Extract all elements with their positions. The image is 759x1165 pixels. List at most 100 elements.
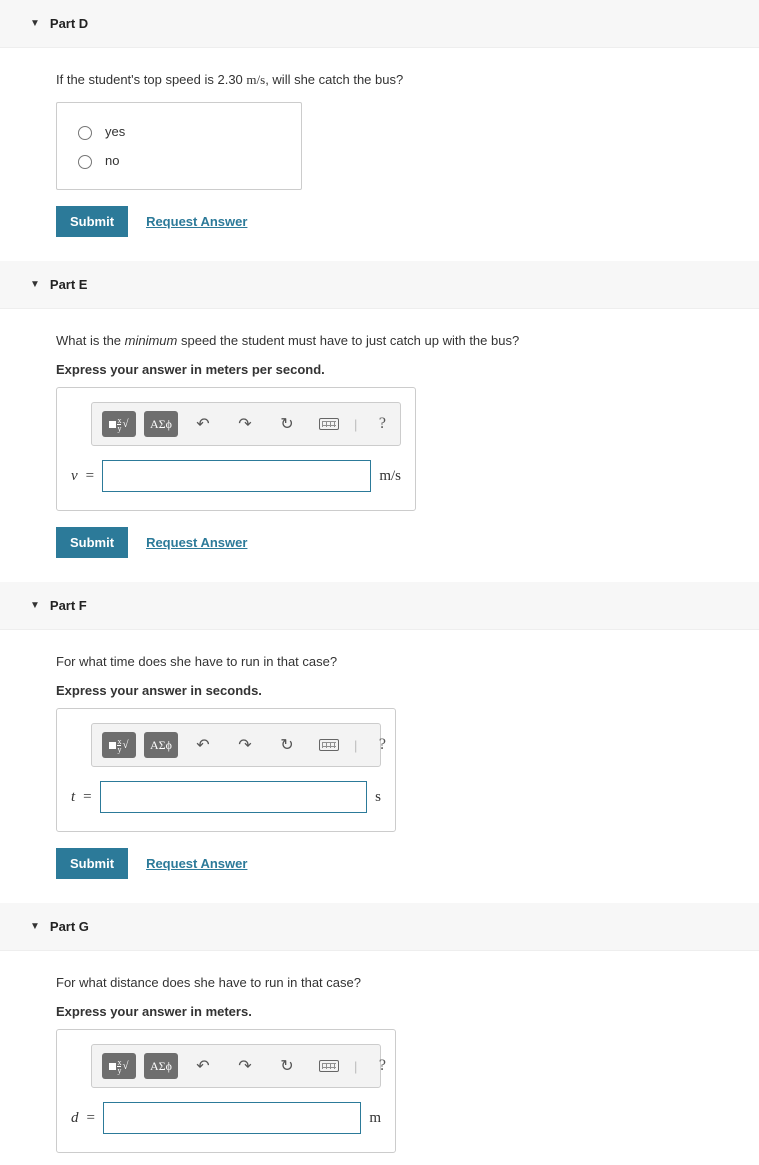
help-icon: ? — [379, 1057, 386, 1075]
answer-input[interactable] — [103, 1102, 361, 1134]
keyboard-button[interactable] — [312, 732, 346, 758]
greek-button[interactable]: ΑΣϕ — [144, 732, 178, 758]
equation-toolbar: xy √ ΑΣϕ ↶ ↷ ↻ | ? — [91, 402, 401, 446]
keyboard-icon — [319, 739, 339, 751]
toolbar-separator: | — [354, 417, 357, 432]
keyboard-icon — [319, 1060, 339, 1072]
answer-box: xy √ ΑΣϕ ↶ ↷ ↻ | ? t = s — [56, 708, 396, 832]
request-answer-link[interactable]: Request Answer — [146, 856, 247, 871]
answer-input[interactable] — [100, 781, 368, 813]
keyboard-button[interactable] — [312, 1053, 346, 1079]
part-title: Part F — [50, 598, 87, 613]
caret-down-icon: ▼ — [30, 279, 40, 290]
equation-toolbar: xy √ ΑΣϕ ↶ ↷ ↻ | ? — [91, 723, 381, 767]
help-icon: ? — [379, 415, 386, 433]
part-f-header[interactable]: ▼ Part F — [0, 582, 759, 630]
radio-option-no[interactable]: no — [73, 146, 285, 175]
part-e-body: What is the minimum speed the student mu… — [0, 309, 759, 582]
part-f-body: For what time does she have to run in th… — [0, 630, 759, 903]
equals-sign: = — [86, 468, 94, 485]
variable-label: d — [71, 1110, 79, 1127]
unit-label: m — [369, 1110, 381, 1127]
reset-icon: ↻ — [280, 414, 293, 434]
part-title: Part E — [50, 277, 88, 292]
radio-input[interactable] — [78, 126, 92, 140]
submit-button[interactable]: Submit — [56, 527, 128, 558]
question-text: What is the minimum speed the student mu… — [56, 333, 747, 348]
part-g-header[interactable]: ▼ Part G — [0, 903, 759, 951]
reset-button[interactable]: ↻ — [270, 1053, 304, 1079]
input-row: v = m/s — [57, 446, 415, 510]
unit-label: m/s — [379, 468, 401, 485]
radio-label: yes — [105, 124, 125, 139]
redo-icon: ↷ — [238, 1056, 251, 1076]
unit-label: s — [375, 789, 381, 806]
part-title: Part D — [50, 16, 88, 31]
templates-button[interactable]: xy √ — [102, 732, 136, 758]
submit-row: Submit Request Answer — [56, 527, 747, 558]
submit-button[interactable]: Submit — [56, 206, 128, 237]
question-text: For what time does she have to run in th… — [56, 654, 747, 669]
variable-label: v — [71, 468, 78, 485]
radio-label: no — [105, 153, 119, 168]
reset-button[interactable]: ↻ — [270, 732, 304, 758]
reset-icon: ↻ — [280, 735, 293, 755]
caret-down-icon: ▼ — [30, 921, 40, 932]
equals-sign: = — [87, 1110, 95, 1127]
greek-button[interactable]: ΑΣϕ — [144, 1053, 178, 1079]
submit-row: Submit Request Answer — [56, 848, 747, 879]
undo-icon: ↶ — [196, 414, 209, 434]
templates-icon: xy √ — [109, 738, 128, 753]
answer-box: xy √ ΑΣϕ ↶ ↷ ↻ | ? d = m — [56, 1029, 396, 1153]
undo-icon: ↶ — [196, 735, 209, 755]
reset-icon: ↻ — [280, 1056, 293, 1076]
request-answer-link[interactable]: Request Answer — [146, 535, 247, 550]
radio-input[interactable] — [78, 155, 92, 169]
keyboard-icon — [319, 418, 339, 430]
toolbar-separator: | — [354, 738, 357, 753]
templates-button[interactable]: xy √ — [102, 411, 136, 437]
redo-button[interactable]: ↷ — [228, 1053, 262, 1079]
redo-icon: ↷ — [238, 735, 251, 755]
request-answer-link[interactable]: Request Answer — [146, 214, 247, 229]
redo-icon: ↷ — [238, 414, 251, 434]
templates-button[interactable]: xy √ — [102, 1053, 136, 1079]
help-button[interactable]: ? — [365, 411, 399, 437]
undo-icon: ↶ — [196, 1056, 209, 1076]
caret-down-icon: ▼ — [30, 600, 40, 611]
radio-group: yes no — [56, 102, 302, 190]
help-button[interactable]: ? — [365, 1053, 399, 1079]
templates-icon: xy √ — [109, 1059, 128, 1074]
instruction-text: Express your answer in meters. — [56, 1004, 747, 1019]
help-button[interactable]: ? — [365, 732, 399, 758]
submit-row: Submit Request Answer — [56, 206, 747, 237]
part-title: Part G — [50, 919, 89, 934]
redo-button[interactable]: ↷ — [228, 411, 262, 437]
input-row: d = m — [57, 1088, 395, 1152]
part-d-body: If the student's top speed is 2.30 m/s, … — [0, 48, 759, 261]
radio-option-yes[interactable]: yes — [73, 117, 285, 146]
equals-sign: = — [83, 789, 91, 806]
part-g-body: For what distance does she have to run i… — [0, 951, 759, 1165]
undo-button[interactable]: ↶ — [186, 732, 220, 758]
part-d-header[interactable]: ▼ Part D — [0, 0, 759, 48]
undo-button[interactable]: ↶ — [186, 1053, 220, 1079]
reset-button[interactable]: ↻ — [270, 411, 304, 437]
instruction-text: Express your answer in meters per second… — [56, 362, 747, 377]
part-e-header[interactable]: ▼ Part E — [0, 261, 759, 309]
greek-button[interactable]: ΑΣϕ — [144, 411, 178, 437]
input-row: t = s — [57, 767, 395, 831]
redo-button[interactable]: ↷ — [228, 732, 262, 758]
keyboard-button[interactable] — [312, 411, 346, 437]
question-text: If the student's top speed is 2.30 m/s, … — [56, 72, 747, 88]
toolbar-separator: | — [354, 1059, 357, 1074]
undo-button[interactable]: ↶ — [186, 411, 220, 437]
help-icon: ? — [379, 736, 386, 754]
answer-box: xy √ ΑΣϕ ↶ ↷ ↻ | ? v = m/s — [56, 387, 416, 511]
submit-button[interactable]: Submit — [56, 848, 128, 879]
equation-toolbar: xy √ ΑΣϕ ↶ ↷ ↻ | ? — [91, 1044, 381, 1088]
question-text: For what distance does she have to run i… — [56, 975, 747, 990]
variable-label: t — [71, 789, 75, 806]
caret-down-icon: ▼ — [30, 18, 40, 29]
answer-input[interactable] — [102, 460, 371, 492]
